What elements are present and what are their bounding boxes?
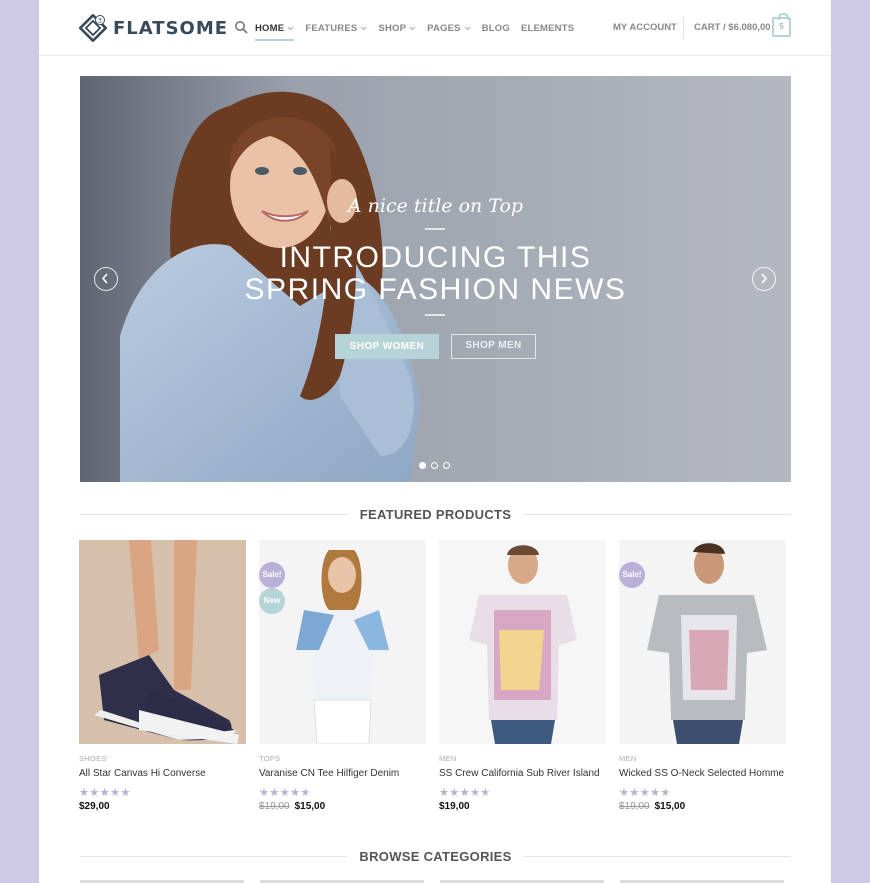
nav-item-label: SHOP [378, 22, 407, 34]
sale-badge: Sale! [259, 562, 285, 588]
slider-dot[interactable] [443, 462, 450, 469]
slider-dots [419, 462, 455, 469]
product-category[interactable]: MEN [439, 754, 606, 763]
slider-dot[interactable] [431, 462, 438, 469]
nav-item-shop[interactable]: SHOP [378, 0, 416, 56]
product-image[interactable]: Sale! New [259, 540, 426, 744]
cart-count-badge[interactable]: 5 [772, 13, 791, 37]
product-image[interactable]: Sale! [619, 540, 786, 744]
hero-divider-bottom [425, 314, 445, 316]
shop-men-button[interactable]: SHOP MEN [451, 334, 536, 359]
browse-categories-heading: BROWSE CATEGORIES [80, 846, 792, 866]
product-category[interactable]: SHOES [79, 754, 246, 763]
logo-badge: 3 [98, 17, 102, 25]
page: 3 FLATSOME HOME FEATURES SHOP PAGES BLOG ELEM… [39, 0, 831, 883]
slider-dot[interactable] [419, 462, 426, 469]
star-rating: ★★★★★ ★★★★★ [619, 787, 671, 799]
hero-title: INTRODUCING THIS SPRING FASHION NEWS [80, 242, 791, 306]
chevron-right-icon [761, 273, 768, 284]
product-name[interactable]: All Star Canvas Hi Converse [79, 768, 246, 779]
product-card[interactable]: SHOES All Star Canvas Hi Converse ★★★★★ ★★★… [79, 540, 246, 812]
search-icon[interactable] [234, 20, 248, 34]
old-price: $19,00 [259, 801, 290, 812]
heading-line [80, 513, 348, 515]
section-title-text: BROWSE CATEGORIES [359, 848, 512, 864]
hero-title-line-1: INTRODUCING THIS [279, 241, 592, 274]
product-name[interactable]: Wicked SS O-Neck Selected Homme [619, 768, 786, 779]
featured-products-heading: FEATURED PRODUCTS [80, 504, 792, 524]
current-price: $19,00 [439, 801, 470, 812]
hero-slider: A nice title on Top INTRODUCING THIS SPR… [80, 76, 791, 482]
slider-next-button[interactable] [752, 267, 776, 291]
section-title-text: FEATURED PRODUCTS [359, 506, 512, 522]
product-price: $19,00 $15,00 [259, 801, 426, 812]
product-price: $19,00 [439, 801, 606, 812]
chevron-down-icon [361, 26, 367, 30]
site-header: 3 FLATSOME HOME FEATURES SHOP PAGES BLOG ELEM… [39, 0, 831, 56]
logo[interactable]: 3 FLATSOME [79, 13, 228, 43]
main-nav: HOME FEATURES SHOP PAGES BLOG ELEMENTS [255, 0, 585, 56]
nav-item-label: HOME [255, 22, 285, 34]
hero-subtitle: A nice title on Top [347, 195, 524, 217]
heading-line [523, 513, 792, 515]
product-category[interactable]: MEN [619, 754, 786, 763]
hero-divider [425, 228, 445, 230]
chevron-down-icon [287, 26, 294, 30]
product-image-tee [439, 540, 606, 744]
product-price: $29,00 [79, 801, 246, 812]
nav-item-home[interactable]: HOME [255, 0, 295, 56]
star-rating: ★★★★★ ★★★★★ [259, 787, 311, 799]
logo-text: FLATSOME [113, 17, 229, 39]
logo-mark-icon: 3 [79, 14, 107, 42]
product-price: $19,00 $15,00 [619, 801, 786, 812]
nav-item-label: ELEMENTS [520, 22, 575, 34]
chevron-down-icon [409, 26, 416, 30]
product-card[interactable]: Sale! New TOPS Varanise CN Tee Hilfiger Den… [259, 540, 426, 812]
my-account-link[interactable]: MY ACCOUNT [613, 22, 677, 33]
shop-women-button[interactable]: SHOP WOMEN [335, 334, 439, 359]
product-name[interactable]: Varanise CN Tee Hilfiger Denim [259, 768, 426, 779]
product-image[interactable] [439, 540, 606, 744]
nav-item-features[interactable]: FEATURES [305, 0, 367, 56]
heading-line [80, 855, 348, 857]
cart-link[interactable]: CART / $6.080,00 [694, 22, 771, 33]
nav-item-label: FEATURES [305, 22, 358, 34]
nav-item-label: BLOG [481, 22, 510, 34]
chevron-left-icon [101, 273, 108, 284]
nav-item-label: PAGES [427, 22, 461, 34]
product-category[interactable]: TOPS [259, 754, 426, 763]
nav-item-pages[interactable]: PAGES [427, 0, 471, 56]
current-price: $15,00 [294, 801, 326, 812]
new-badge: New [259, 588, 285, 614]
current-price: $29,00 [79, 801, 110, 812]
slider-prev-button[interactable] [94, 267, 118, 291]
product-name[interactable]: SS Crew California Sub River Island [439, 768, 606, 779]
star-rating: ★★★★★ ★★★★★ [79, 787, 131, 799]
heading-line [523, 855, 792, 857]
nav-item-blog[interactable]: BLOG [482, 0, 510, 56]
product-card[interactable]: Sale! MEN Wicked SS O-Neck Selected Homme ★… [619, 540, 786, 812]
hero-title-line-2: SPRING FASHION NEWS [244, 273, 627, 306]
chevron-down-icon [464, 26, 471, 30]
product-image[interactable] [79, 540, 246, 744]
product-card[interactable]: MEN SS Crew California Sub River Island ★★… [439, 540, 606, 812]
old-price: $19,00 [619, 801, 650, 812]
current-price: $15,00 [654, 801, 686, 812]
sale-badge: Sale! [619, 562, 645, 588]
header-divider [683, 17, 684, 39]
star-rating: ★★★★★ ★★★★★ [439, 787, 491, 799]
nav-item-elements[interactable]: ELEMENTS [521, 0, 574, 56]
product-image-sneaker [79, 540, 246, 744]
